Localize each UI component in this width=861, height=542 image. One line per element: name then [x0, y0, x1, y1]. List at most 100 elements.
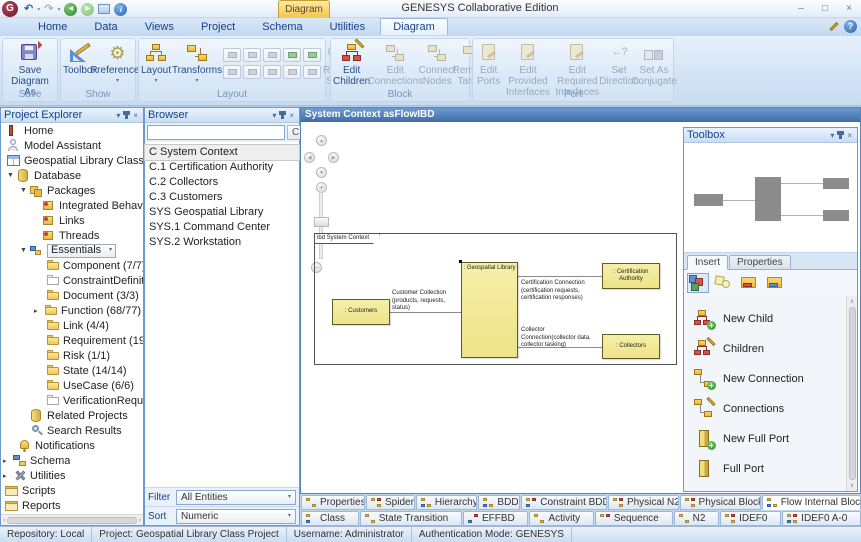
tree-item-packages[interactable]: ▼Packages [1, 183, 143, 198]
collapse-icon[interactable]: ▼ [7, 172, 17, 179]
shapes-view-icon[interactable] [714, 274, 734, 292]
connection-library-certification[interactable] [518, 276, 602, 277]
customize-icon[interactable] [829, 22, 838, 31]
tree-item-state[interactable]: State (14/14) [1, 363, 143, 378]
close-icon[interactable]: × [845, 129, 854, 142]
align-left-button[interactable] [223, 48, 241, 62]
align-center-button[interactable] [243, 48, 261, 62]
tree-item-requirement[interactable]: Requirement (19/19) [1, 333, 143, 348]
list-item[interactable]: SYS.2 Workstation [145, 235, 299, 250]
tab-sequence[interactable]: Sequence [595, 511, 673, 526]
filter-select[interactable]: All Entities▾ [176, 490, 296, 505]
pan-down-button[interactable]: ▼ [316, 167, 327, 178]
tab-insert[interactable]: Insert [687, 255, 728, 270]
tree-item-threads[interactable]: Threads [1, 228, 143, 243]
maximize-button[interactable]: □ [817, 1, 833, 16]
tree-item-home[interactable]: Home [1, 123, 143, 138]
same-width-button[interactable] [283, 65, 301, 79]
tree-item-function[interactable]: ▸Function (68/77) [1, 303, 143, 318]
tree-item-project[interactable]: Geospatial Library Class Project [1, 153, 143, 168]
tree-item-verificationrequirement[interactable]: VerificationRequirem [1, 393, 143, 408]
toolbox-item-full-port[interactable]: Full Port [694, 454, 846, 484]
list-item[interactable]: SYS Geospatial Library [145, 205, 299, 220]
expand-icon[interactable]: ▸ [3, 457, 13, 465]
list-item[interactable]: C System Context [145, 145, 299, 160]
close-icon[interactable]: × [131, 109, 140, 122]
sort-select[interactable]: Numeric▾ [176, 509, 296, 524]
tab-physical-block[interactable]: Physical Block [680, 495, 761, 510]
redo-button[interactable]: ↷ [44, 2, 53, 16]
scroll-up-icon[interactable]: ∧ [850, 298, 854, 305]
diagram-thumbnail[interactable] [684, 143, 857, 253]
tree-item-notifications[interactable]: Notifications [1, 438, 143, 453]
tree-item-usecase[interactable]: UseCase (6/6) [1, 378, 143, 393]
app-logo-icon[interactable]: G [2, 1, 18, 17]
tree-item-utilities[interactable]: ▸Utilities [1, 468, 143, 483]
info-button[interactable]: i [114, 3, 127, 16]
search-input[interactable] [147, 125, 285, 140]
connect-nodes-button[interactable]: Connect Nodes [420, 42, 454, 87]
forward-button[interactable]: ▶ [81, 3, 94, 16]
back-button[interactable]: ◀ [64, 3, 77, 16]
tree-item-link[interactable]: Link (4/4) [1, 318, 143, 333]
tree-item-links[interactable]: Links [1, 213, 143, 228]
tab-physical-n2[interactable]: Physical N2 [608, 495, 679, 510]
align-top-button[interactable] [223, 65, 241, 79]
tree-item-risk[interactable]: Risk (1/1) [1, 348, 143, 363]
tree-item-scripts[interactable]: Scripts [1, 483, 143, 498]
panel-menu-icon[interactable]: ▾ [114, 109, 122, 122]
expand-icon[interactable]: ▸ [34, 307, 44, 315]
pin-icon[interactable] [839, 131, 842, 139]
tab-effbd[interactable]: EFFBD [463, 511, 529, 526]
view-icon[interactable] [98, 4, 110, 14]
block-collectors[interactable]: : Collectors [602, 334, 660, 359]
entities-view-icon[interactable] [688, 274, 708, 292]
close-icon[interactable]: × [287, 109, 296, 122]
set-as-conjugate-button[interactable]: Set As Conjugate [637, 42, 671, 87]
fit-height-button[interactable] [303, 48, 321, 62]
pan-up-button[interactable]: ▲ [316, 135, 327, 146]
folder-red-icon[interactable] [740, 274, 760, 292]
set-direction-button[interactable]: ←?→ Set Direction [603, 42, 635, 87]
vertical-scrollbar[interactable]: ∧ ∨ [846, 296, 857, 491]
block-certification-authority[interactable]: : Certification Authority [602, 263, 660, 289]
tab-activity[interactable]: Activity [529, 511, 593, 526]
close-button[interactable]: × [841, 1, 857, 16]
same-height-button[interactable] [303, 65, 321, 79]
tree-item-component[interactable]: Component (7/7) [1, 258, 143, 273]
help-button[interactable]: ? [844, 20, 857, 33]
scroll-right-icon[interactable]: › [139, 517, 141, 524]
tree-item-related-projects[interactable]: Related Projects [1, 408, 143, 423]
layout-button[interactable]: Layout ▾ [141, 42, 171, 87]
tab-bdd[interactable]: BDD [478, 495, 520, 510]
tab-schema[interactable]: Schema [250, 18, 314, 36]
toolbox-item-new-child[interactable]: + New Child [694, 304, 846, 334]
tree-item-search-results[interactable]: Search Results [1, 423, 143, 438]
tab-flow-internal-block[interactable]: Flow Internal Block [762, 495, 861, 510]
toolbox-item-connections[interactable]: Connections [694, 394, 846, 424]
panel-menu-icon[interactable]: ▾ [828, 129, 836, 142]
toolbox-item-new-full-port[interactable]: + New Full Port [694, 424, 846, 454]
collapse-icon[interactable]: ▼ [20, 187, 30, 194]
list-item[interactable]: C.1 Certification Authority [145, 160, 299, 175]
scroll-down-icon[interactable]: ∨ [850, 482, 854, 489]
tab-diagram[interactable]: Diagram [380, 18, 448, 35]
list-item[interactable]: SYS.1 Command Center [145, 220, 299, 235]
edit-children-button[interactable]: Edit Children [333, 42, 370, 87]
tree-item-schema[interactable]: ▸Schema [1, 453, 143, 468]
preferences-button[interactable]: ⚙ Preferences ▾ [99, 42, 135, 87]
collapse-icon[interactable]: ▼ [20, 247, 30, 254]
expand-icon[interactable]: ▸ [3, 472, 13, 480]
tab-data[interactable]: Data [82, 18, 129, 36]
panel-menu-icon[interactable]: ▾ [270, 109, 278, 122]
tab-class[interactable]: Class [301, 511, 359, 526]
tree-item-model-assistant[interactable]: Model Assistant [1, 138, 143, 153]
diagram-title-bar[interactable]: System Context asFlowIBD [301, 108, 860, 122]
redo-dropdown-icon[interactable]: ▾ [57, 6, 60, 13]
undo-dropdown-icon[interactable]: ▾ [37, 6, 40, 13]
pin-icon[interactable] [281, 111, 284, 119]
tab-project[interactable]: Project [189, 18, 247, 36]
tab-constraint-bdd[interactable]: Constraint BDD [521, 495, 607, 510]
toolbox-item-children[interactable]: Children [694, 334, 846, 364]
horizontal-scrollbar[interactable]: ‹ › [1, 514, 143, 525]
